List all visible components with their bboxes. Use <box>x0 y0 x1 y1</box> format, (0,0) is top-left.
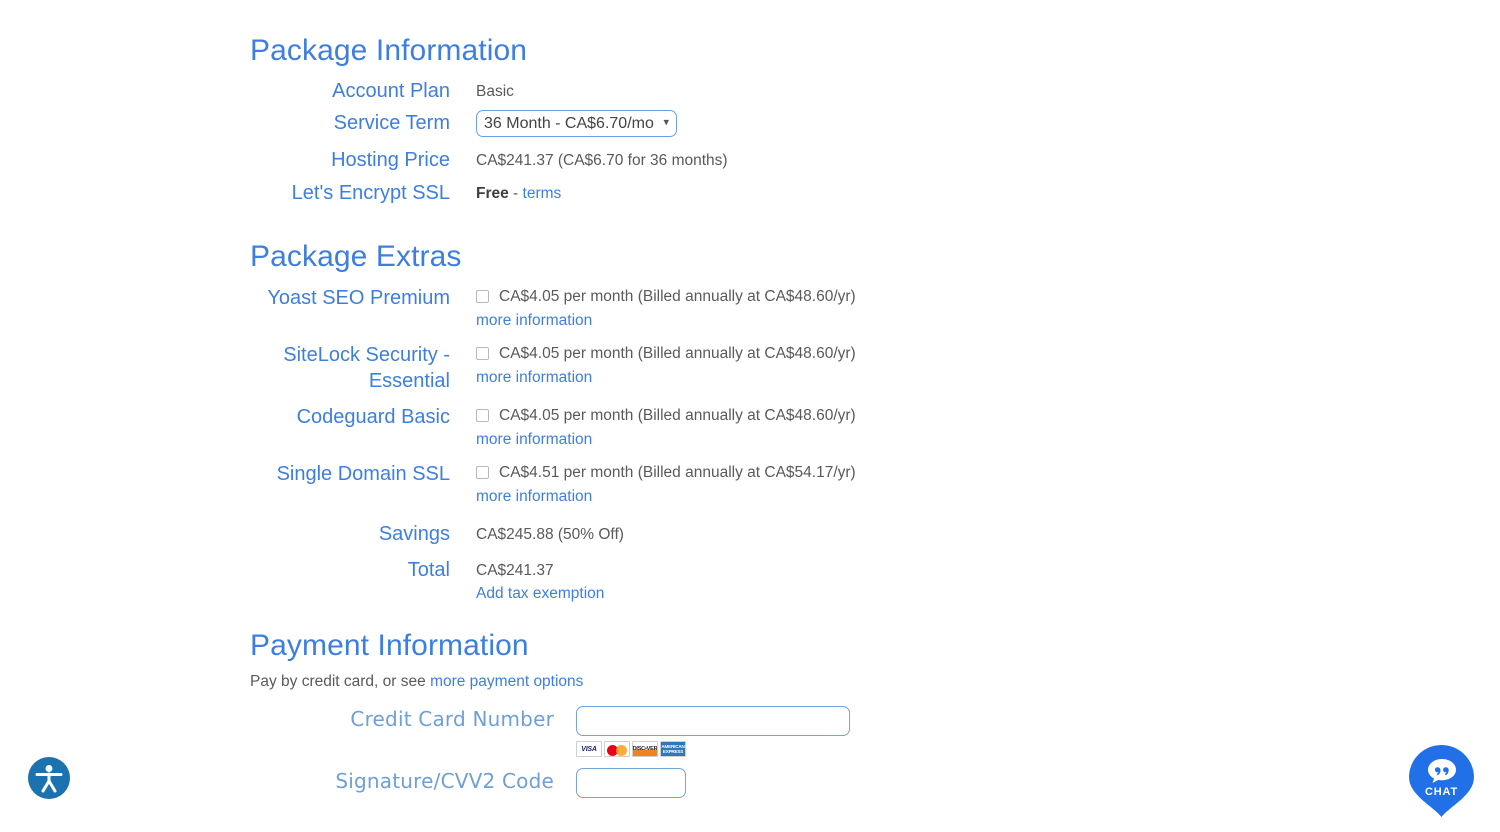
single-domain-ssl-label: Single Domain SSL <box>276 463 450 485</box>
signature-cvv2-code-label: Signature/CVV2 Code <box>335 769 554 793</box>
account-plan-label: Account Plan <box>332 80 450 102</box>
discover-icon: DISC•VER <box>632 741 658 757</box>
single-domain-ssl-more-information-link[interactable]: more information <box>476 486 990 508</box>
terms-link[interactable]: terms <box>523 185 562 202</box>
service-term-select-wrap: 36 Month - CA$6.70/mo ▾ <box>476 110 677 137</box>
mastercard-icon <box>604 741 630 757</box>
row-total: Total CA$241.37 Add tax exemption <box>250 557 990 605</box>
visa-icon: VISA <box>576 741 602 757</box>
payment-subtitle-text: Pay by credit card, or see <box>250 673 431 690</box>
codeguard-basic-checkbox[interactable] <box>476 409 489 422</box>
row-lets-encrypt-ssl: Let's Encrypt SSL Free - terms <box>250 180 990 206</box>
total-value: CA$241.37 <box>476 562 554 579</box>
row-signature-cvv2-code: Signature/CVV2 Code <box>250 768 1150 798</box>
savings-value: CA$245.88 (50% Off) <box>476 526 624 543</box>
account-plan-value: Basic <box>476 83 514 100</box>
extra-row-sitelock-security-essential: SiteLock Security - Essential CA$4.05 pe… <box>250 342 990 394</box>
payment-information-title: Payment Information <box>250 629 529 662</box>
credit-card-number-input[interactable] <box>576 706 850 736</box>
payment-information-section: Payment Information Pay by credit card, … <box>250 629 1150 798</box>
package-extras-title: Package Extras <box>250 240 462 273</box>
hosting-price-value: CA$241.37 (CA$6.70 for 36 months) <box>476 152 728 169</box>
yoast-seo-premium-price: CA$4.05 per month (Billed annually at CA… <box>499 288 856 305</box>
savings-label: Savings <box>378 523 450 545</box>
package-information-title: Package Information <box>250 34 528 67</box>
chat-label: CHAT <box>1425 786 1458 798</box>
accessibility-icon <box>35 765 63 793</box>
add-tax-exemption-link[interactable]: Add tax exemption <box>476 583 990 605</box>
total-label: Total <box>407 559 450 581</box>
row-credit-card-number: Credit Card Number VISA DISC•VER AMERICA… <box>250 706 1150 757</box>
amex-icon: AMERICAN EXPRESS <box>660 741 686 757</box>
chat-bubble-icon <box>1427 759 1456 783</box>
service-term-label: Service Term <box>333 112 450 134</box>
package-extras-section: Package Extras Yoast SEO Premium CA$4.05… <box>250 240 990 605</box>
payment-subtitle: Pay by credit card, or see more payment … <box>250 672 1150 692</box>
more-payment-options-link[interactable]: more payment options <box>430 673 583 690</box>
single-domain-ssl-price: CA$4.51 per month (Billed annually at CA… <box>499 464 856 481</box>
credit-card-number-label: Credit Card Number <box>350 707 554 731</box>
lets-encrypt-ssl-label: Let's Encrypt SSL <box>291 182 450 204</box>
extra-row-single-domain-ssl: Single Domain SSL CA$4.51 per month (Bil… <box>250 461 990 508</box>
extra-row-yoast-seo-premium: Yoast SEO Premium CA$4.05 per month (Bil… <box>250 285 990 332</box>
extra-row-codeguard-basic: Codeguard Basic CA$4.05 per month (Bille… <box>250 404 990 451</box>
single-domain-ssl-checkbox[interactable] <box>476 466 489 479</box>
signature-cvv2-code-input[interactable] <box>576 768 686 798</box>
lets-encrypt-separator: - <box>508 185 523 202</box>
hosting-price-label: Hosting Price <box>331 149 450 171</box>
accepted-cards-logos: VISA DISC•VER AMERICAN EXPRESS <box>576 741 1150 757</box>
sitelock-security-essential-label: SiteLock Security - Essential <box>283 344 450 392</box>
sitelock-security-essential-price: CA$4.05 per month (Billed annually at CA… <box>499 345 856 362</box>
checkout-page: Package Information Account Plan Basic S… <box>0 0 1500 832</box>
package-information-section: Package Information Account Plan Basic S… <box>250 34 990 206</box>
yoast-seo-premium-more-information-link[interactable]: more information <box>476 310 990 332</box>
row-savings: Savings CA$245.88 (50% Off) <box>250 521 990 547</box>
yoast-seo-premium-label: Yoast SEO Premium <box>267 287 450 309</box>
row-hosting-price: Hosting Price CA$241.37 (CA$6.70 for 36 … <box>250 147 990 173</box>
codeguard-basic-price: CA$4.05 per month (Billed annually at CA… <box>499 407 856 424</box>
codeguard-basic-more-information-link[interactable]: more information <box>476 429 990 451</box>
accessibility-button[interactable] <box>28 757 70 799</box>
sitelock-security-essential-checkbox[interactable] <box>476 347 489 360</box>
row-service-term: Service Term 36 Month - CA$6.70/mo ▾ <box>250 110 990 137</box>
row-account-plan: Account Plan Basic <box>250 78 990 104</box>
lets-encrypt-ssl-value: Free <box>476 185 509 202</box>
sitelock-security-essential-more-information-link[interactable]: more information <box>476 367 990 389</box>
yoast-seo-premium-checkbox[interactable] <box>476 290 489 303</box>
codeguard-basic-label: Codeguard Basic <box>296 406 450 428</box>
chat-button[interactable]: CHAT <box>1409 745 1474 817</box>
service-term-select[interactable]: 36 Month - CA$6.70/mo <box>476 110 677 137</box>
